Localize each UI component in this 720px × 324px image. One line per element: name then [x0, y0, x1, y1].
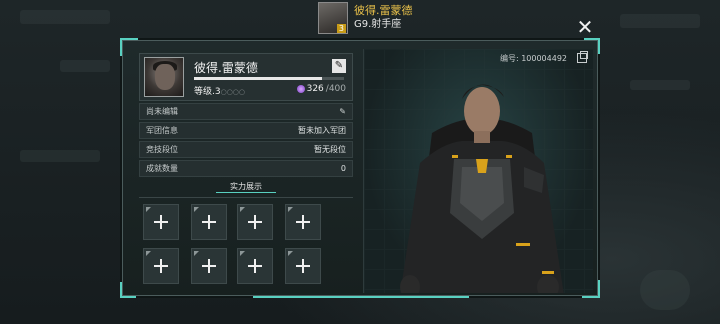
- top-player-header: 3 彼得.雷蒙德 G9.射手座: [318, 0, 413, 36]
- showcase-slot[interactable]: [285, 204, 321, 240]
- achievement-value: 0: [340, 164, 346, 173]
- rank-label: 竞技段位: [146, 145, 178, 154]
- tab-power-showcase[interactable]: 实力展示: [216, 181, 276, 193]
- legion-value: 暂未加入军团: [298, 126, 346, 135]
- achievement-row: 成就数量 0: [139, 160, 353, 177]
- top-player-name: 彼得.雷蒙德: [354, 4, 413, 17]
- signature-label: 尚未编辑: [146, 107, 178, 116]
- level-text: 等级.3○○○○: [194, 87, 246, 97]
- showcase-slot[interactable]: [191, 204, 227, 240]
- avatar-level-badge: 3: [336, 24, 346, 33]
- add-icon: [296, 215, 310, 229]
- achievement-label: 成就数量: [146, 164, 178, 173]
- close-icon[interactable]: ✕: [576, 17, 594, 37]
- copy-icon[interactable]: [577, 51, 588, 63]
- showcase-slot[interactable]: [143, 204, 179, 240]
- showcase-slot[interactable]: [285, 248, 321, 284]
- character-display: 编号: 100004492: [363, 49, 593, 293]
- energy-current: 326: [306, 84, 324, 94]
- energy-gem-icon: [296, 85, 305, 93]
- top-player-sub: G9.射手座: [354, 19, 402, 30]
- profile-panel: 彼得.雷蒙德 ✎ 等级.3○○○○ 326/400 尚未编辑 ✎ 军团信息 暂未…: [120, 38, 600, 298]
- xp-bar: [194, 77, 344, 80]
- level-dots: ○○○○: [220, 88, 246, 96]
- add-icon: [202, 259, 216, 273]
- panel-corner: [120, 282, 136, 298]
- add-icon: [154, 259, 168, 273]
- legion-label: 军团信息: [146, 126, 178, 135]
- add-icon: [248, 259, 262, 273]
- player-name: 彼得.雷蒙德: [194, 61, 258, 75]
- edit-name-button[interactable]: ✎: [332, 59, 346, 73]
- showcase-slot[interactable]: [237, 248, 273, 284]
- top-avatar[interactable]: 3: [318, 2, 348, 34]
- showcase-slot[interactable]: [191, 248, 227, 284]
- add-icon: [248, 215, 262, 229]
- showcase-slot[interactable]: [237, 204, 273, 240]
- add-icon: [154, 215, 168, 229]
- add-icon: [202, 215, 216, 229]
- add-icon: [296, 259, 310, 273]
- signature-row[interactable]: 尚未编辑 ✎: [139, 103, 353, 120]
- profile-info-column: 彼得.雷蒙德 ✎ 等级.3○○○○ 326/400 尚未编辑 ✎ 军团信息 暂未…: [139, 53, 353, 297]
- energy-counter: 326/400: [296, 84, 346, 94]
- edit-signature-icon[interactable]: ✎: [339, 107, 346, 116]
- energy-max: /400: [325, 84, 346, 94]
- rank-value: 暂无段位: [314, 145, 346, 154]
- avatar[interactable]: [144, 57, 184, 97]
- showcase-slot[interactable]: [143, 248, 179, 284]
- profile-card: 彼得.雷蒙德 ✎ 等级.3○○○○ 326/400: [139, 53, 353, 101]
- rank-row: 竞技段位 暂无段位: [139, 141, 353, 158]
- character-portrait: [400, 84, 564, 293]
- showcase-slots: [139, 197, 353, 297]
- legion-row: 军团信息 暂未加入军团: [139, 122, 353, 139]
